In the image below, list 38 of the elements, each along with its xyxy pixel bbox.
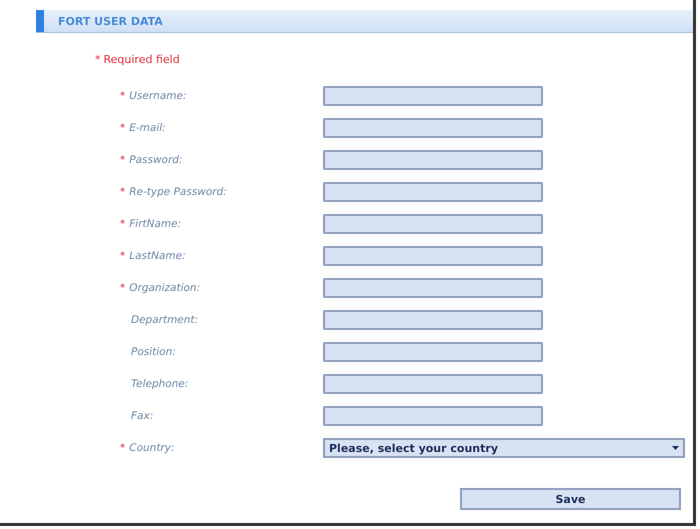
required-asterisk: * (120, 122, 126, 134)
field-label: Fax: (131, 410, 154, 422)
input-field[interactable] (323, 182, 543, 202)
required-note: Required field (104, 53, 180, 66)
input-field[interactable] (323, 342, 543, 362)
field-label: Country: (129, 442, 175, 454)
field-label: LastName: (129, 250, 186, 262)
field-label: Telephone: (131, 378, 188, 390)
input-field[interactable] (323, 86, 543, 106)
input-field[interactable] (323, 214, 543, 234)
input-field[interactable] (323, 310, 543, 330)
input-field[interactable] (323, 118, 543, 138)
required-asterisk: * (120, 218, 126, 230)
required-asterisk: * (120, 442, 126, 454)
input-field[interactable] (323, 278, 543, 298)
input-field[interactable] (323, 246, 543, 266)
field-label: Username: (129, 90, 186, 102)
required-asterisk: * (120, 250, 126, 262)
input-field[interactable] (323, 150, 543, 170)
field-label: FirtName: (129, 218, 182, 230)
field-label: Password: (129, 154, 182, 166)
header-accent-bar (36, 10, 44, 32)
required-asterisk: * (95, 53, 100, 66)
input-field[interactable] (323, 406, 543, 426)
field-label: E-mail: (129, 122, 166, 134)
field-label: Department: (131, 314, 198, 326)
field-label: Re-type Password: (129, 186, 227, 198)
required-asterisk: * (120, 186, 126, 198)
required-asterisk: * (120, 154, 126, 166)
save-button[interactable]: Save (460, 488, 681, 510)
field-label: Organization: (129, 282, 200, 294)
input-field[interactable] (323, 374, 543, 394)
dropdown-caret-icon (672, 446, 679, 450)
field-label: Position: (131, 346, 176, 358)
section-title: FORT USER DATA (58, 14, 163, 28)
required-asterisk: * (120, 90, 126, 102)
required-asterisk: * (120, 282, 126, 294)
country-dropdown[interactable]: Please, select your country (323, 438, 685, 458)
